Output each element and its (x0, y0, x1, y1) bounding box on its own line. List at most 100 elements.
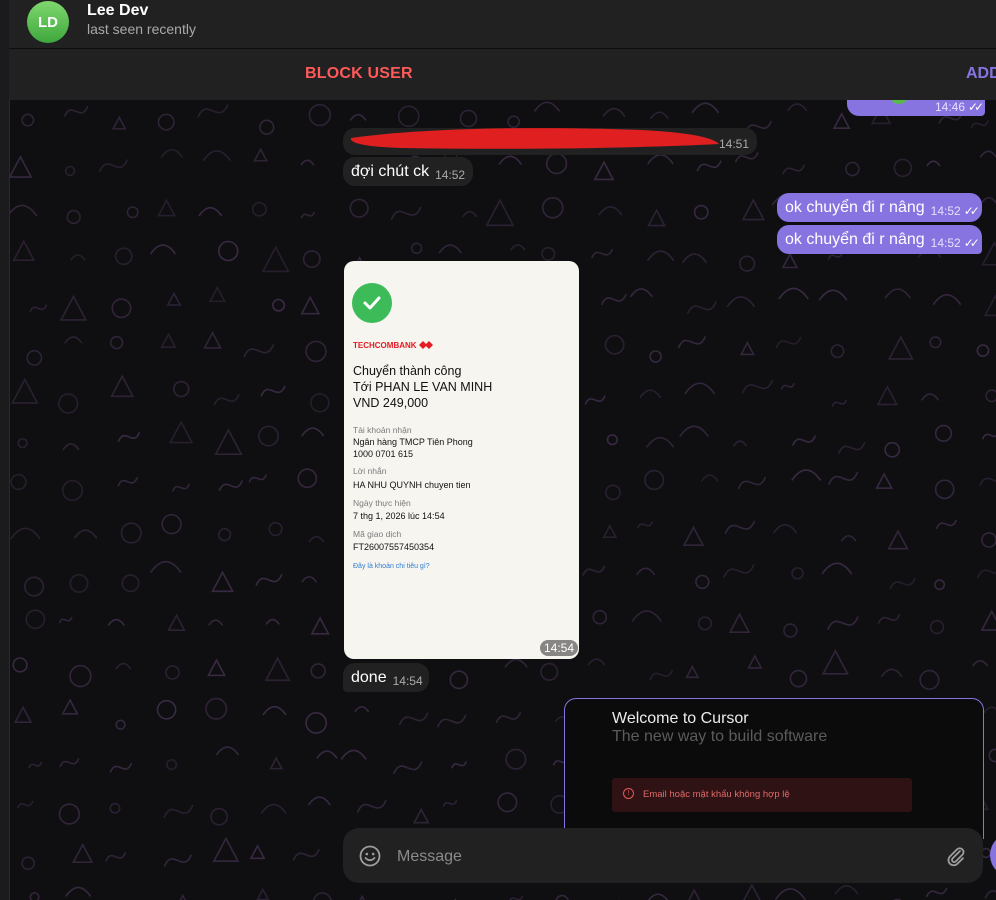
doodle-shape (10, 527, 41, 540)
receipt-value: HA NHU QUYNH chuyen tien (353, 480, 471, 490)
doodle-shape (208, 285, 227, 303)
doodle-shape (686, 301, 717, 315)
message-input[interactable] (395, 842, 919, 872)
doodle-shape (197, 104, 229, 118)
doodle-shape (262, 705, 287, 716)
doodle-shape (157, 198, 176, 217)
doodle-shape (12, 239, 36, 261)
doodle-shape (163, 804, 194, 818)
doodle-shape (934, 579, 946, 591)
bank-logo-icon (419, 341, 433, 349)
chat-header[interactable]: LD Lee Dev last seen recently (9, 0, 996, 49)
doodle-shape (834, 885, 859, 895)
message-bubble-incoming[interactable]: done 14:54 (343, 663, 429, 692)
block-user-button[interactable]: BLOCK USER (305, 65, 413, 83)
success-check-icon (352, 283, 392, 323)
doodle-shape (12, 657, 28, 673)
message-bubble-outgoing[interactable]: ok chuyển đi r nâng 14:52 ✓✓ (777, 225, 982, 254)
message-list[interactable]: ♥ 14:46✓✓ 14:51 đợi chút ck14:52 ok chuy… (9, 100, 996, 900)
message-bubble-incoming[interactable]: đợi chút ck 14:52 (343, 157, 474, 186)
receipt-label: Ngày thực hiện (353, 498, 411, 508)
doodle-shape (349, 198, 369, 218)
contact-name[interactable]: Lee Dev (87, 2, 148, 20)
doodle-shape (316, 750, 338, 759)
doodle-shape (167, 613, 186, 631)
doodle-shape (541, 246, 556, 261)
doodle-shape (248, 474, 267, 483)
doodle-shape (69, 573, 89, 593)
doodle-shape (308, 535, 325, 543)
doodle-shape (442, 800, 458, 807)
doodle-shape (349, 113, 367, 121)
doodle-shape (932, 294, 962, 305)
doodle-shape (308, 796, 331, 806)
receipt-recipient: Tới PHAN LE VAN MINH (353, 380, 493, 394)
photo-message-cursor[interactable]: Welcome to Cursor The new way to build s… (564, 698, 984, 839)
doodle-shape (261, 245, 290, 273)
doodle-shape (781, 252, 799, 269)
heart-sticker-icon: ♥ (867, 100, 883, 104)
doodle-shape (217, 527, 232, 542)
doodle-shape (70, 254, 86, 261)
message-bubble-outgoing[interactable]: ok chuyển đi r nâng 14:52 ✓✓ (777, 193, 982, 222)
doodle-shape (65, 886, 92, 897)
doodle-shape (117, 477, 138, 487)
message-time: 14:52 (930, 204, 961, 218)
doodle-shape (300, 295, 321, 315)
doodle-shape (789, 669, 808, 688)
doodle-shape (983, 706, 996, 714)
message-bubble-outgoing[interactable]: ♥ 14:46✓✓ (847, 100, 985, 116)
message-time: 14:46 (935, 100, 966, 114)
doodle-shape (498, 155, 522, 165)
doodle-shape (205, 697, 228, 720)
avatar[interactable]: LD (27, 1, 69, 43)
doodle-shape (253, 147, 269, 162)
doodle-shape (310, 616, 330, 635)
emoji-icon[interactable] (359, 845, 381, 867)
doodle-shape (821, 562, 853, 575)
doodle-shape (26, 349, 43, 366)
doodle-shape (114, 247, 133, 266)
doodle-shape (412, 807, 430, 824)
doodle-shape (976, 344, 990, 358)
doodle-shape (534, 101, 560, 112)
doodle-shape (207, 658, 226, 677)
doodle-shape (109, 802, 121, 814)
receipt-label: Tài khoản nhận (353, 425, 412, 435)
photo-message-receipt[interactable]: TECHCOMBANK Chuyển thành công Tới PHAN L… (344, 261, 579, 659)
doodle-shape (59, 758, 80, 768)
doodle-shape (605, 484, 621, 501)
doodle-shape (398, 712, 429, 726)
doodle-shape (791, 469, 822, 481)
doodle-shape (62, 443, 80, 451)
doodle-shape (495, 712, 522, 724)
doodle-shape (606, 434, 618, 446)
doodle-shape (243, 344, 275, 358)
doodle-shape (983, 294, 996, 317)
doodle-shape (109, 762, 133, 773)
doodle-shape (61, 698, 79, 715)
message-bubble-incoming[interactable]: 14:51 (343, 128, 757, 155)
doodle-shape (61, 479, 84, 502)
doodle-shape (780, 382, 795, 390)
doodle-shape (109, 335, 124, 350)
doodle-shape (929, 336, 942, 349)
redaction-scribble (350, 128, 719, 149)
doodle-shape (783, 623, 798, 638)
doodle-shape (889, 577, 916, 590)
doodle-shape (737, 476, 767, 490)
add-contact-button[interactable]: ADD (966, 65, 996, 83)
doodle-shape (24, 576, 45, 597)
doodle-shape (150, 244, 176, 255)
doodle-shape (980, 196, 996, 204)
doodle-shape (782, 164, 805, 175)
receipt-value: FT26007557450354 (353, 542, 435, 552)
doodle-shape (887, 529, 909, 550)
doodle-shape (462, 210, 478, 218)
attach-icon[interactable] (945, 845, 967, 867)
doodle-shape (58, 616, 73, 624)
doodle-shape (13, 705, 33, 724)
doodle-shape (979, 477, 996, 486)
doodle-shape (840, 535, 857, 542)
doodle-shape (390, 206, 422, 220)
